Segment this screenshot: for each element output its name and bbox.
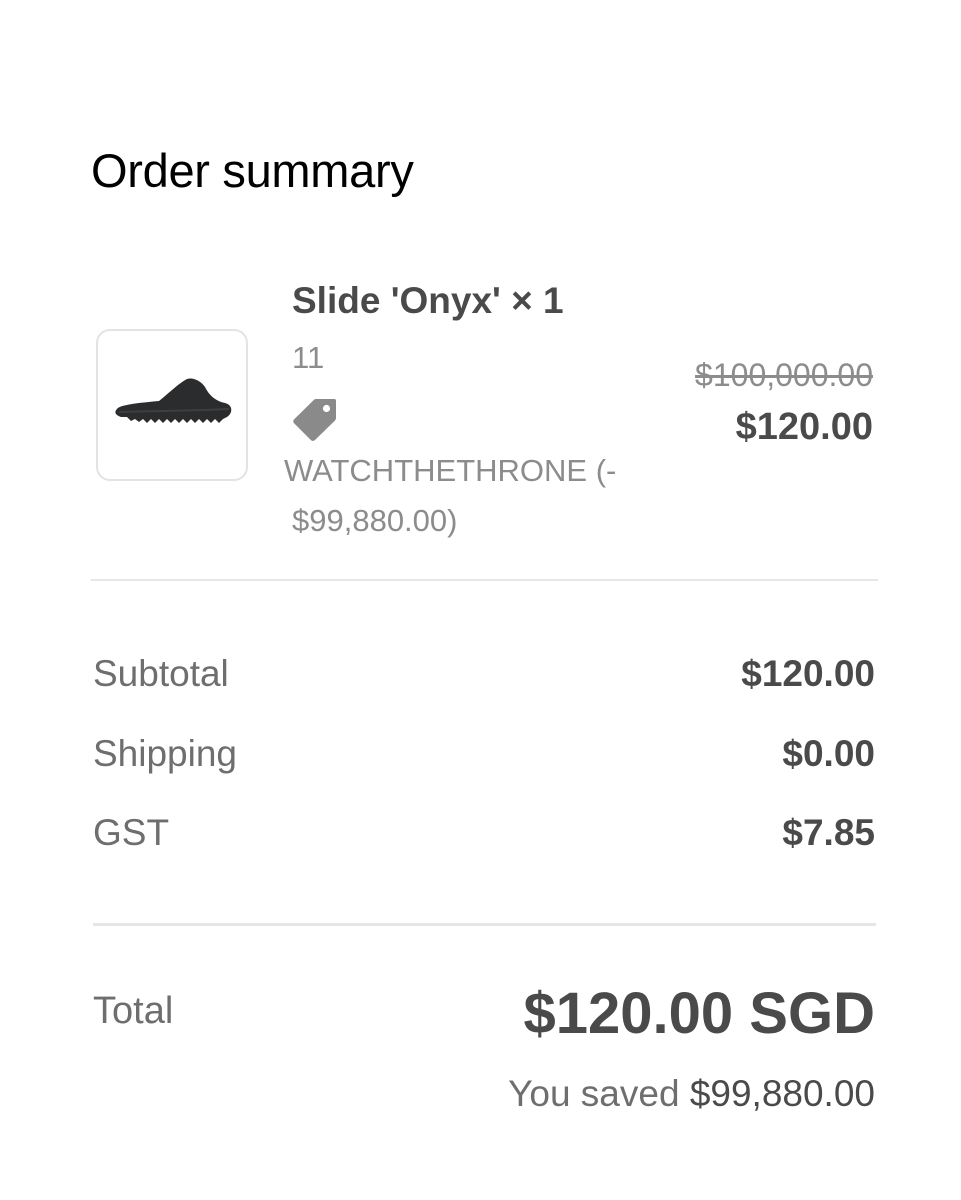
- discount-code-line-2: $99,880.00): [292, 503, 458, 538]
- product-name: Slide 'Onyx' × 1: [292, 280, 564, 321]
- discount-code: WATCHTHETHRONE (- $99,880.00): [284, 446, 664, 546]
- price-tag-icon: [293, 399, 336, 441]
- divider: [91, 579, 878, 581]
- total-value: $120.00 SGD: [523, 981, 875, 1046]
- subtotal-value: $120.00: [741, 653, 875, 694]
- original-price: $100,000.00: [695, 357, 873, 393]
- discount-code-line-1: WATCHTHETHRONE (-: [284, 453, 617, 488]
- total-label: Total: [93, 990, 174, 1032]
- subtotal-label: Subtotal: [93, 653, 229, 694]
- discounted-price: $120.00: [735, 406, 873, 448]
- shipping-value: $0.00: [782, 733, 875, 774]
- savings-note: You saved $99,880.00: [508, 1073, 875, 1115]
- product-thumbnail: [96, 329, 248, 481]
- divider: [93, 923, 876, 926]
- gst-label: GST: [93, 812, 170, 853]
- slide-sandal-icon: [115, 378, 232, 423]
- savings-amount: $99,880.00: [689, 1073, 875, 1114]
- gst-value: $7.85: [782, 812, 875, 853]
- shipping-label: Shipping: [93, 733, 238, 774]
- product-variant: 11: [292, 340, 325, 375]
- savings-label: You saved: [508, 1073, 680, 1114]
- page-title: Order summary: [91, 144, 414, 197]
